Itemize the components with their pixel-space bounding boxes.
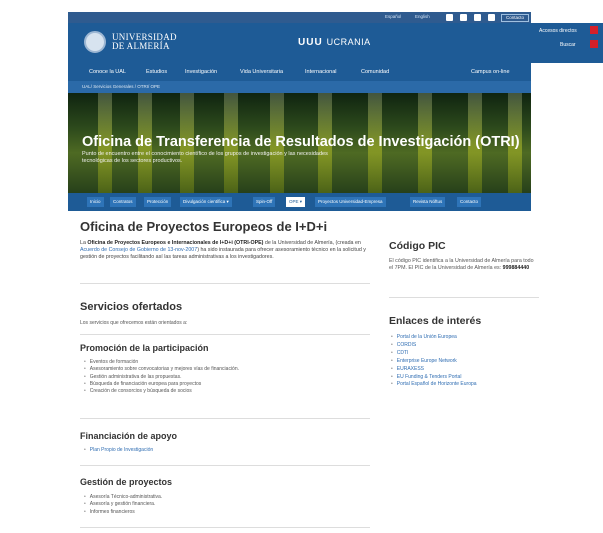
tab-inicio[interactable]: Inicio xyxy=(87,197,104,207)
page-title: Oficina de Proyectos Europeos de I+D+i xyxy=(80,219,328,234)
intro-paragraph: La Oficina de Proyectos Europeos e Inter… xyxy=(80,240,370,262)
youtube-icon[interactable] xyxy=(474,14,481,21)
contact-link[interactable]: Contacto xyxy=(500,13,529,22)
divider xyxy=(80,334,370,335)
list-item: Asesoría Técnico-administrativa. xyxy=(84,494,162,501)
services-title: Servicios ofertados xyxy=(80,301,183,313)
pic-code: 999884440 xyxy=(502,265,530,272)
divider xyxy=(389,297,539,298)
list-item: Asesoramiento sobre convocatorias y mejo… xyxy=(84,366,239,373)
main-nav: Conoce la UAL Estudios Investigación Vid… xyxy=(68,63,531,81)
link-euraxess[interactable]: EURAXESS xyxy=(391,366,477,374)
agreement-link[interactable]: Acuerdo de Consejo de Gobierno de 13-nov… xyxy=(80,247,197,253)
divider xyxy=(80,283,370,284)
divider xyxy=(80,465,370,466)
nav-item-estudios[interactable]: Estudios xyxy=(146,69,167,75)
list-item: Búsqueda de financiación europea para pr… xyxy=(84,381,239,388)
intro-text-mid: de la Universidad de Almería, (creada en xyxy=(263,240,361,246)
nav-item-vida[interactable]: Vida Universitaria xyxy=(240,69,283,75)
ukraine-banner[interactable]: UUU UCRANIA xyxy=(298,37,371,48)
tab-contacto[interactable]: Contacto xyxy=(457,197,482,207)
list-item: Informes financieros xyxy=(84,509,162,516)
hero-subtitle: Punto de encuentro entre el conocimiento… xyxy=(82,151,328,164)
section-tabs: Inicio Contratos Protección Divulgación … xyxy=(68,193,531,211)
tab-ope[interactable]: OPE ▾ xyxy=(286,197,306,207)
instagram-icon[interactable] xyxy=(488,14,495,21)
nav-item-conoce[interactable]: Conoce la UAL xyxy=(89,69,126,75)
menu-icon[interactable] xyxy=(590,26,598,34)
nav-item-campus[interactable]: Campus on-line xyxy=(471,69,510,75)
list-item: Asesoría y gestión financiera. xyxy=(84,501,162,508)
nav-item-investigacion[interactable]: Investigación xyxy=(185,69,217,75)
nav-item-comunidad[interactable]: Comunidad xyxy=(361,69,389,75)
link-cdti[interactable]: CDTI xyxy=(391,350,477,358)
site-header: UNIVERSIDAD DE ALMERÍA UUU UCRANIA xyxy=(68,23,531,63)
twitter-icon[interactable] xyxy=(460,14,467,21)
page: Español English Contacto UNIVERSIDAD DE … xyxy=(0,0,603,533)
services-text: Los servicios que ofrecemos están orient… xyxy=(80,320,188,326)
tab-proteccion[interactable]: Protección xyxy=(144,197,172,207)
lang-en-link[interactable]: English xyxy=(415,14,430,19)
funding-title: Financiación de apoyo xyxy=(80,431,178,441)
management-list: Asesoría Técnico-administrativa. Asesorí… xyxy=(84,494,162,516)
list-item: Eventos de formación xyxy=(84,359,239,366)
management-title: Gestión de proyectos xyxy=(80,477,173,487)
nav-item-internacional[interactable]: Internacional xyxy=(305,69,337,75)
ukraine-text: UCRANIA xyxy=(326,37,371,47)
intro-text-bold: Oficina de Proyectos Europeos e Internac… xyxy=(87,240,264,246)
list-item: Creación de consorcios y búsqueda de soc… xyxy=(84,388,239,395)
pic-title: Código PIC xyxy=(389,240,446,252)
shortcuts-button[interactable]: Accesos directos xyxy=(539,28,577,34)
breadcrumb-path[interactable]: UAL/ Servicios Generales / OTRI/ OPE xyxy=(82,84,160,89)
university-seal-icon[interactable] xyxy=(84,31,106,53)
university-name-line2: DE ALMERÍA xyxy=(112,41,170,51)
ukraine-mark: UUU xyxy=(298,37,323,48)
facebook-icon[interactable] xyxy=(446,14,453,21)
breadcrumb: UAL/ Servicios Generales / OTRI/ OPE xyxy=(68,81,531,93)
link-cordis[interactable]: CORDIS xyxy=(391,342,477,350)
tab-divulgacion[interactable]: Divulgación científica ▾ xyxy=(180,197,232,207)
promotion-list: Eventos de formación Asesoramiento sobre… xyxy=(84,359,239,395)
link-een[interactable]: Enterprise Europe Network xyxy=(391,358,477,366)
divider xyxy=(80,527,370,528)
list-item: Gestión administrativa de las propuestas… xyxy=(84,374,239,381)
pic-text: El código PIC identifica a la Universida… xyxy=(389,258,539,272)
links-title: Enlaces de interés xyxy=(389,315,482,327)
divider xyxy=(80,418,370,419)
university-logo[interactable]: UNIVERSIDAD DE ALMERÍA xyxy=(112,33,177,51)
search-icon[interactable] xyxy=(590,40,598,48)
tab-spin-off[interactable]: Spin-Off xyxy=(253,197,276,207)
tab-revista[interactable]: Revista Nóftus xyxy=(410,197,446,207)
hero-title: Oficina de Transferencia de Resultados d… xyxy=(82,134,520,150)
tab-contratos[interactable]: Contratos xyxy=(110,197,136,207)
plan-propio-link[interactable]: Plan Propio de Investigación xyxy=(84,447,153,454)
link-horizonte[interactable]: Portal Español de Horizonte Europa xyxy=(391,381,477,389)
link-funding-tenders[interactable]: EU Funding & Tenders Portal xyxy=(391,374,477,382)
utility-bar: Español English Contacto xyxy=(68,12,531,23)
funding-list: Plan Propio de Investigación xyxy=(84,447,153,454)
lang-es-link[interactable]: Español xyxy=(385,14,401,19)
tab-proyectos-ue[interactable]: Proyectos Universidad-Empresa xyxy=(315,197,386,207)
interest-links: Portal de la Unión Europea CORDIS CDTI E… xyxy=(391,334,477,389)
promotion-title: Promoción de la participación xyxy=(80,343,209,353)
search-button[interactable]: Buscar xyxy=(560,42,576,48)
link-eu-portal[interactable]: Portal de la Unión Europea xyxy=(391,334,477,342)
